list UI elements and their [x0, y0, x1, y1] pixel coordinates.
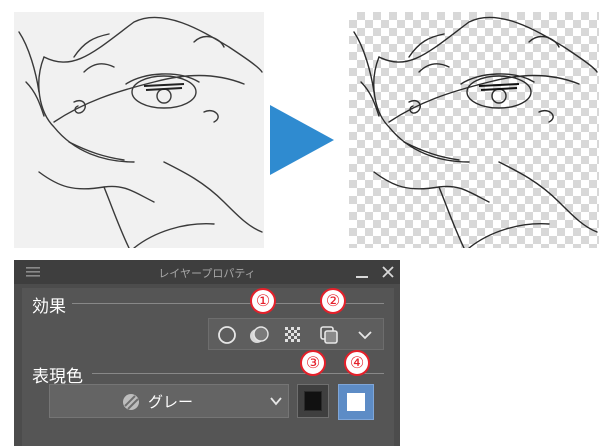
black-color-chip	[304, 391, 322, 411]
callout-3: ③	[300, 350, 326, 376]
expression-color-dropdown[interactable]: グレー	[49, 384, 289, 418]
effect-section-label: 効果	[32, 297, 66, 317]
tone-icon[interactable]	[281, 323, 305, 347]
callout-2: ②	[320, 288, 346, 314]
line-art-after-image	[349, 12, 599, 248]
close-icon[interactable]	[381, 265, 395, 279]
arrow-right-icon	[270, 105, 334, 175]
line-art-drawing	[353, 16, 598, 248]
minimize-icon[interactable]	[356, 276, 368, 278]
callout-4: ④	[344, 350, 370, 376]
layer-color-icon[interactable]	[317, 323, 341, 347]
effect-toolbar	[208, 318, 384, 350]
sketch-before-image	[14, 12, 264, 248]
panel-titlebar: レイヤープロパティ	[14, 260, 400, 284]
chevron-down-icon	[270, 397, 282, 406]
chevron-down-icon[interactable]	[353, 323, 377, 347]
layer-property-panel: レイヤープロパティ 効果 表現色 グレー	[14, 260, 400, 446]
section-divider	[92, 373, 384, 374]
extract-line-icon[interactable]	[247, 323, 271, 347]
gray-sphere-icon	[123, 394, 139, 410]
callout-1: ①	[250, 288, 276, 314]
color-swatch-black[interactable]	[297, 384, 329, 418]
panel-title: レイヤープロパティ	[158, 267, 256, 280]
color-swatch-white[interactable]	[338, 384, 374, 420]
border-effect-icon[interactable]	[215, 323, 239, 347]
white-color-chip	[347, 393, 365, 411]
expression-color-value: グレー	[148, 393, 194, 411]
sketch-drawing	[18, 16, 263, 248]
